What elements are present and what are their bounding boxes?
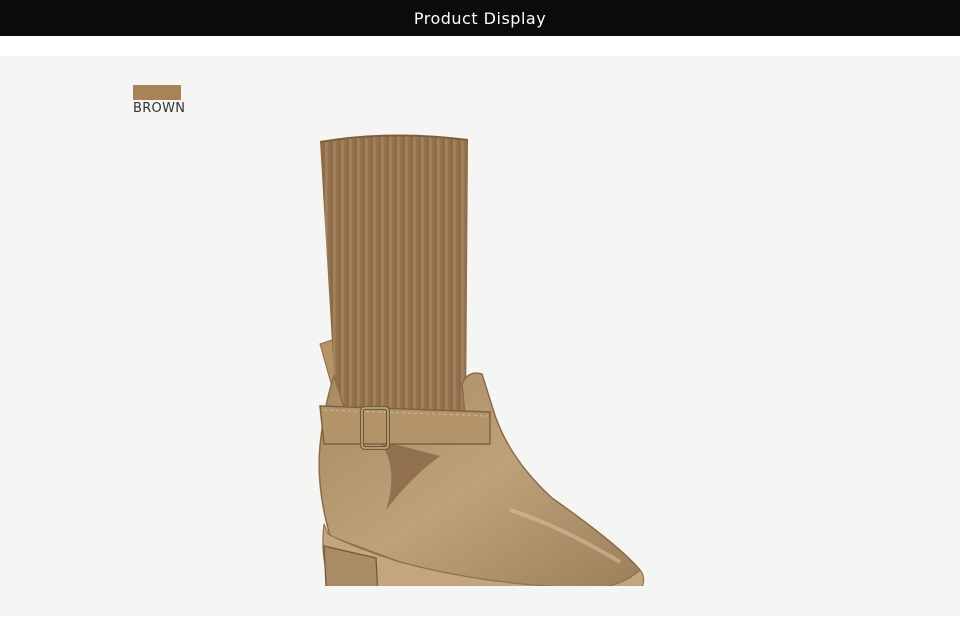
header-bar: Product Display — [0, 0, 960, 36]
color-swatch-label: BROWN — [133, 101, 186, 116]
bottom-strip — [0, 616, 960, 635]
ankle-strap — [319, 405, 491, 445]
color-swatch-brown[interactable] — [133, 85, 181, 100]
page-title: Product Display — [413, 8, 547, 28]
product-stage: BROWN — [0, 56, 960, 616]
knit-shaft — [320, 135, 468, 437]
boot-product-image — [318, 134, 645, 586]
